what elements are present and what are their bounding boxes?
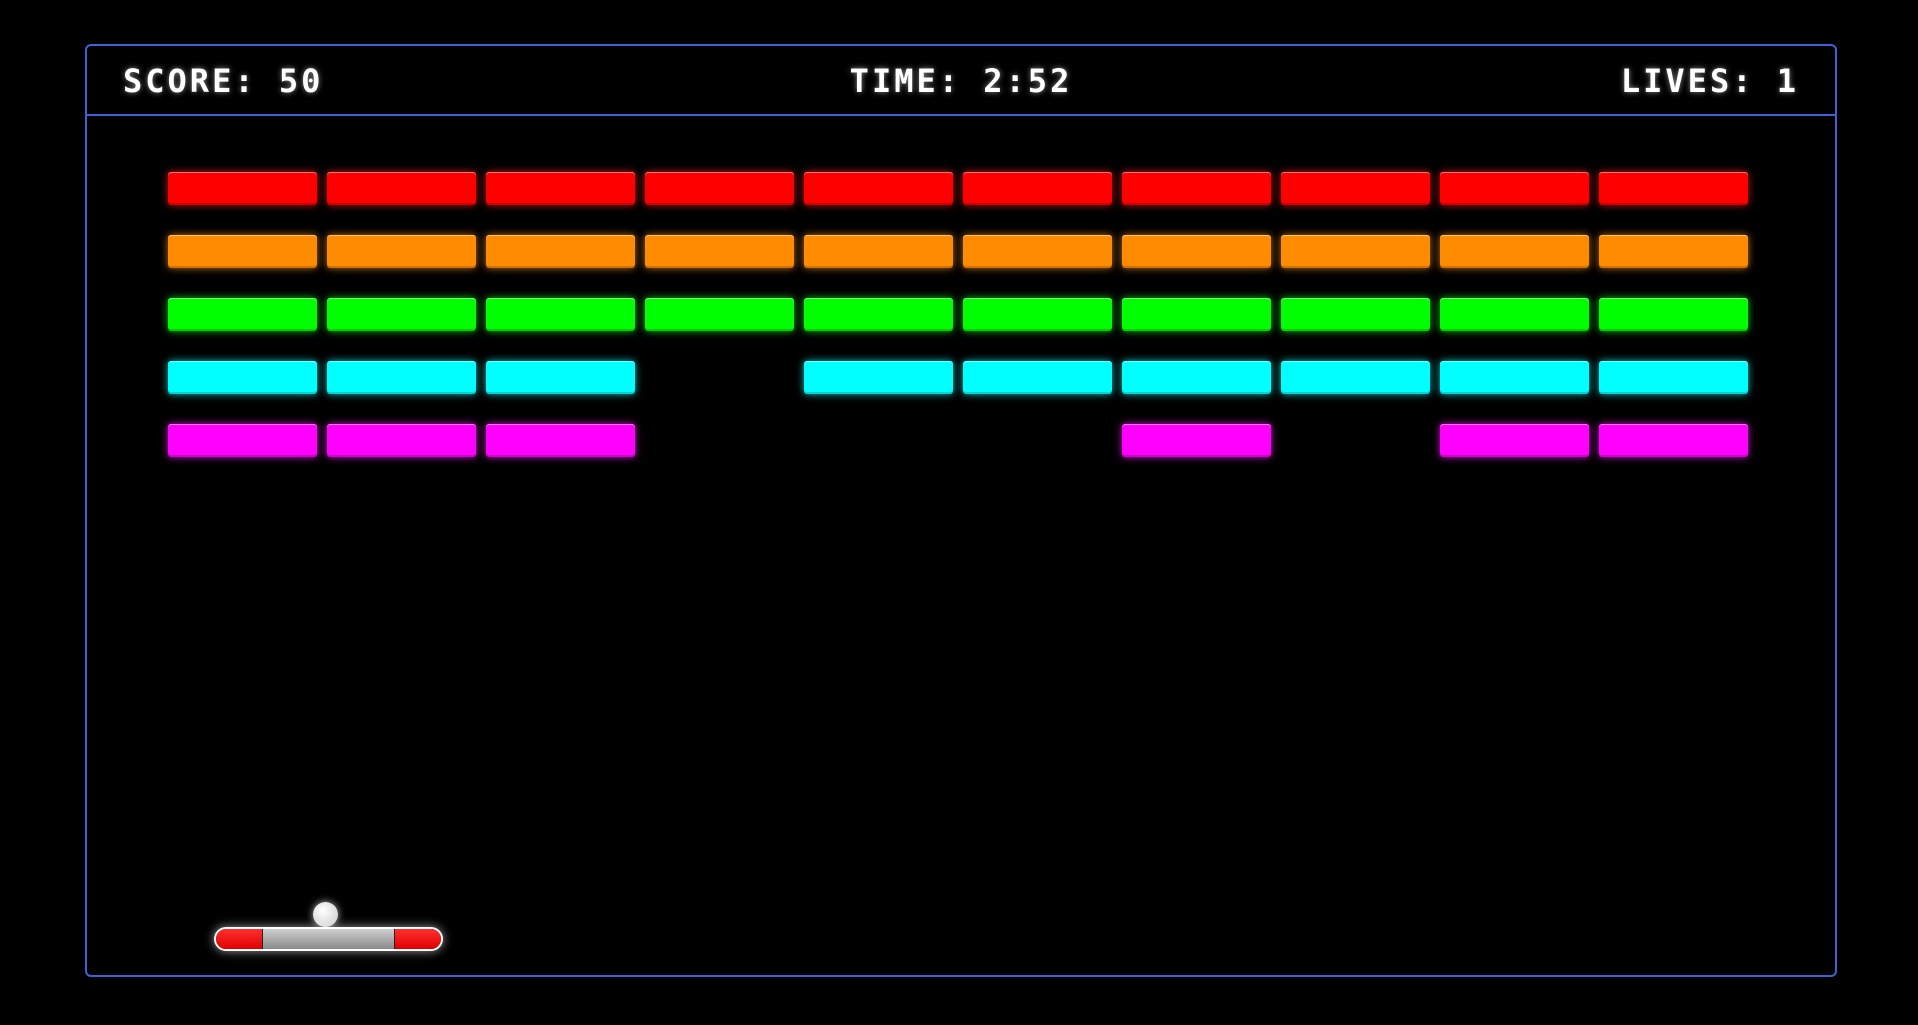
brick-r2-c3: [486, 235, 635, 268]
brick-field: [87, 46, 1835, 975]
paddle-left-cap: [216, 929, 262, 949]
brick-r2-c4: [645, 235, 794, 268]
brick-r2-c9: [1440, 235, 1589, 268]
game-frame[interactable]: SCORE: 50 TIME: 2:52 LIVES: 1: [85, 44, 1837, 977]
ball: [313, 902, 338, 927]
brick-r3-c1: [168, 298, 317, 331]
brick-r1-c4: [645, 172, 794, 205]
brick-r3-c10: [1599, 298, 1748, 331]
brick-r1-c2: [327, 172, 476, 205]
paddle-body: [262, 929, 395, 949]
brick-r4-c3: [486, 361, 635, 394]
brick-r2-c2: [327, 235, 476, 268]
brick-r1-c9: [1440, 172, 1589, 205]
brick-r2-c8: [1281, 235, 1430, 268]
brick-r5-c3: [486, 424, 635, 457]
brick-r1-c6: [963, 172, 1112, 205]
brick-r4-c1: [168, 361, 317, 394]
brick-r1-c7: [1122, 172, 1271, 205]
paddle[interactable]: [214, 927, 443, 951]
brick-r2-c10: [1599, 235, 1748, 268]
brick-r4-c6: [963, 361, 1112, 394]
brick-r3-c6: [963, 298, 1112, 331]
brick-r5-c9: [1440, 424, 1589, 457]
brick-r5-c1: [168, 424, 317, 457]
brick-r1-c3: [486, 172, 635, 205]
brick-r1-c8: [1281, 172, 1430, 205]
brick-r1-c5: [804, 172, 953, 205]
brick-r3-c5: [804, 298, 953, 331]
brick-r5-c10: [1599, 424, 1748, 457]
brick-r3-c8: [1281, 298, 1430, 331]
brick-r1-c10: [1599, 172, 1748, 205]
brick-r4-c5: [804, 361, 953, 394]
brick-r5-c7: [1122, 424, 1271, 457]
brick-r1-c1: [168, 172, 317, 205]
brick-r3-c7: [1122, 298, 1271, 331]
brick-r2-c5: [804, 235, 953, 268]
brick-r2-c6: [963, 235, 1112, 268]
brick-r2-c1: [168, 235, 317, 268]
brick-r3-c9: [1440, 298, 1589, 331]
brick-r3-c3: [486, 298, 635, 331]
brick-r4-c7: [1122, 361, 1271, 394]
brick-r4-c8: [1281, 361, 1430, 394]
brick-r4-c9: [1440, 361, 1589, 394]
brick-r4-c10: [1599, 361, 1748, 394]
brick-r5-c2: [327, 424, 476, 457]
brick-r3-c2: [327, 298, 476, 331]
brick-r2-c7: [1122, 235, 1271, 268]
paddle-right-cap: [395, 929, 441, 949]
brick-r3-c4: [645, 298, 794, 331]
brick-r4-c2: [327, 361, 476, 394]
